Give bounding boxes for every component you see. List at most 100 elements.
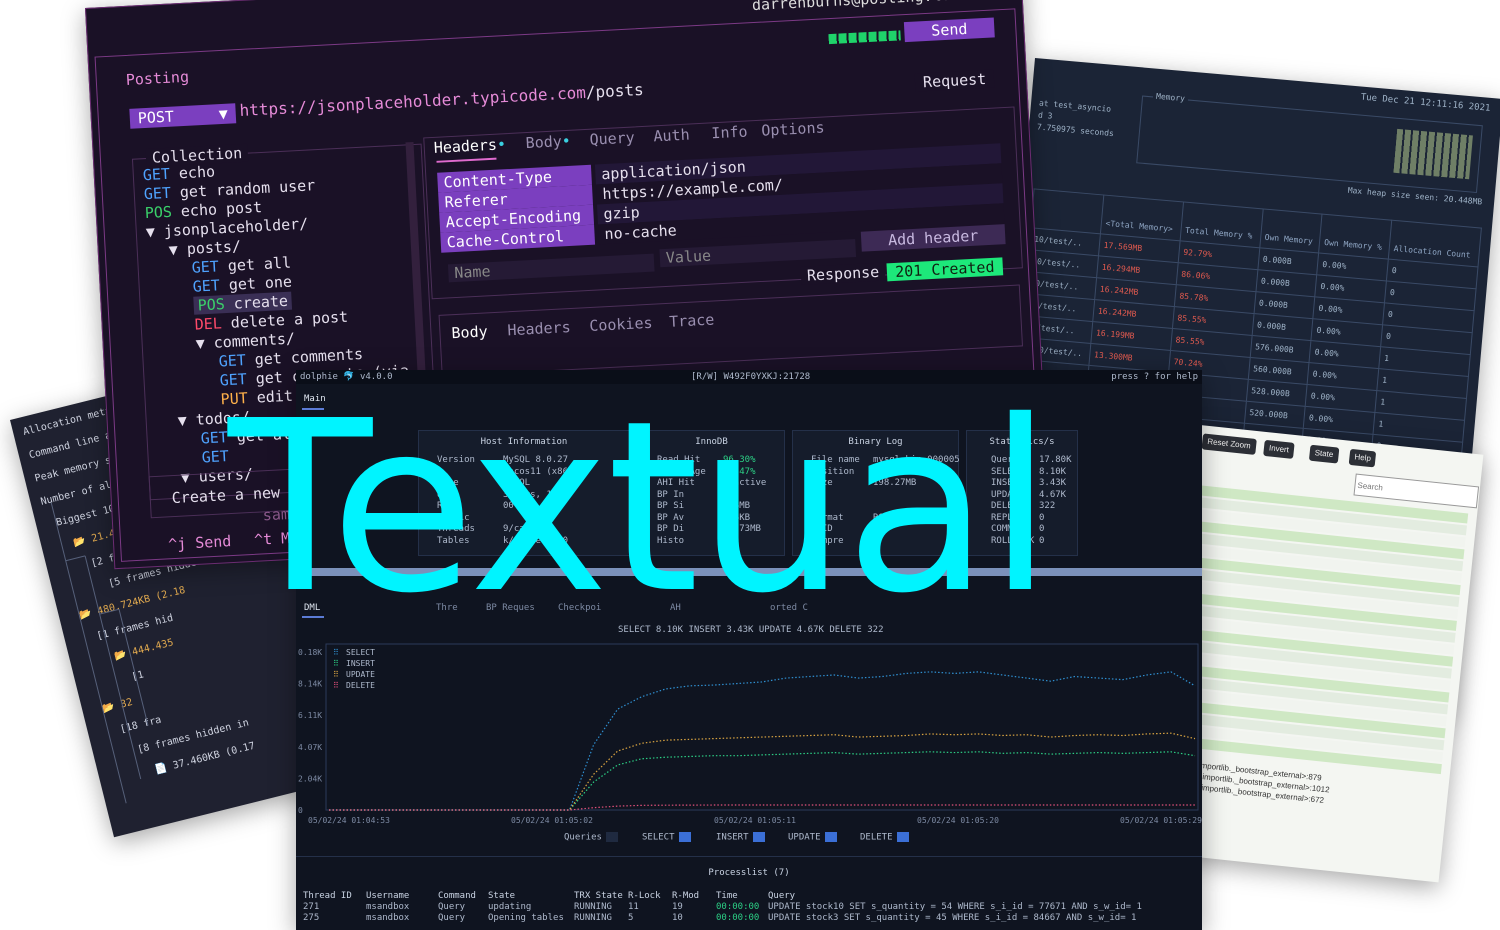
- tab-options[interactable]: Options: [761, 118, 825, 139]
- tab-query[interactable]: Query: [589, 128, 635, 148]
- x-tick-label: 05/02/24 01:05:11: [714, 816, 796, 825]
- memray-table-header[interactable]: <Total Memory>: [1100, 195, 1184, 241]
- processlist-header[interactable]: Thread ID: [303, 891, 352, 901]
- series-line-insert: [329, 751, 1196, 811]
- toggle-label: Queries: [564, 832, 602, 843]
- legend-entry: DELETE: [346, 681, 375, 690]
- tab-headers[interactable]: Headers•: [433, 135, 506, 157]
- memory-graph-box: Memory: [1136, 91, 1483, 194]
- processlist-cell: 10: [672, 913, 683, 923]
- toolbar-button-reset-zoom[interactable]: Reset Zoom: [1201, 433, 1257, 455]
- y-tick-label: 0: [298, 806, 303, 815]
- processlist-header[interactable]: Username: [366, 891, 409, 901]
- chevron-down-icon: ▼: [195, 334, 206, 353]
- processlist-header[interactable]: State: [488, 891, 515, 901]
- processlist-title: Processlist (7): [708, 868, 790, 878]
- method-badge: GET: [218, 351, 247, 371]
- toolbar-button-invert[interactable]: Invert: [1263, 439, 1295, 459]
- modified-dot-icon: •: [496, 135, 507, 154]
- chart-frame: [325, 643, 1199, 811]
- processlist-cell: 271: [303, 902, 320, 912]
- url-path: /posts: [585, 79, 645, 102]
- processlist-cell: UPDATE stock10 SET s_quantity = 54 WHERE…: [768, 902, 1142, 912]
- toggle-select[interactable]: SELECT: [642, 832, 691, 843]
- legend-marker-icon: ⠿: [333, 681, 339, 690]
- memray-status-lines: at test_asyncio d 3 7.750975 seconds: [1035, 58, 1500, 139]
- y-tick-label: 6.11K: [298, 711, 322, 720]
- x-tick-label: 05/02/24 01:04:53: [308, 816, 390, 825]
- memray-table-header[interactable]: Own Memory %: [1318, 214, 1392, 260]
- chevron-down-icon: ▼: [177, 411, 188, 430]
- legend-entry: UPDATE: [346, 670, 375, 679]
- y-tick-label: 2.04K: [298, 774, 322, 783]
- collection-item-label: get one: [228, 272, 293, 294]
- processlist-cell: msandbox: [366, 902, 410, 912]
- processlist-header[interactable]: Query: [768, 891, 795, 901]
- x-tick-label: 05/02/24 01:05:02: [511, 816, 593, 825]
- method-badge: GET: [142, 164, 171, 185]
- series-line-delete: [329, 804, 1195, 811]
- dml-chart: 0.18K 8.14K 6.11K 4.07K 2.04K 0 05/02/24 01:04…: [298, 643, 1202, 825]
- processlist-cell: 275: [303, 913, 320, 923]
- processlist-cell: msandbox: [366, 913, 410, 923]
- toggle-delete[interactable]: DELETE: [860, 832, 909, 843]
- toggle-switch-icon: [752, 832, 765, 842]
- memray-table-header[interactable]: Total Memory %: [1179, 201, 1263, 248]
- series-line-update: [329, 732, 1196, 811]
- memray-table-header[interactable]: Own Memory: [1259, 208, 1323, 253]
- memray-date: Tue Dec 21 12:11:16 2021: [1360, 92, 1491, 114]
- processlist-header[interactable]: Time: [716, 891, 738, 901]
- dolphie-help[interactable]: press ? for help: [1111, 372, 1198, 382]
- collection-item[interactable]: GET: [201, 447, 229, 466]
- tab-info[interactable]: Info: [711, 123, 748, 143]
- toggle-switch-icon: [896, 832, 909, 842]
- toolbar-button-state[interactable]: State: [1308, 444, 1340, 464]
- legend-marker-icon: ⠿: [333, 648, 339, 657]
- y-tick-label: 8.14K: [298, 680, 322, 689]
- tab-label: Query: [589, 128, 636, 149]
- legend-marker-icon: ⠿: [333, 670, 339, 679]
- processlist-cell: RUNNING: [574, 902, 612, 912]
- toggle-queries[interactable]: Queries: [564, 832, 618, 843]
- chevron-down-icon: ▼: [218, 104, 229, 124]
- toolbar-button-help[interactable]: Help: [1348, 448, 1377, 468]
- toggle-switch-icon: [605, 832, 618, 842]
- processlist-divider: [296, 856, 1202, 857]
- method-badge: GET: [192, 276, 221, 296]
- collection-item[interactable]: GET echo: [142, 162, 215, 184]
- toggle-label: UPDATE: [788, 832, 821, 843]
- x-tick-label: 05/02/24 01:05:20: [917, 816, 999, 825]
- chevron-down-icon: ▼: [145, 222, 156, 242]
- method-badge: DEL: [194, 314, 223, 334]
- memray-table-header[interactable]: [1030, 188, 1104, 234]
- collection-item[interactable]: ▼ posts/: [168, 237, 241, 259]
- processlist-header[interactable]: R-Lock: [628, 891, 661, 901]
- processlist-cell: Query: [438, 913, 466, 923]
- app-title: Posting: [125, 67, 190, 89]
- method-badge: GET: [143, 183, 172, 204]
- memory-graph-bars: [1393, 128, 1473, 180]
- processlist-cell: 00:00:00: [716, 902, 760, 912]
- collection-item-label: posts/: [186, 237, 242, 258]
- processlist-cell: Query: [438, 902, 466, 912]
- method-badge: GET: [201, 447, 230, 467]
- processlist-header[interactable]: Command: [438, 891, 476, 901]
- response-tab-headers[interactable]: Headers: [507, 318, 571, 339]
- tab-auth[interactable]: Auth: [653, 126, 690, 146]
- processlist-header[interactable]: TRX State: [574, 891, 623, 901]
- tab-label: Headers: [433, 135, 498, 157]
- legend-marker-icon: ⠿: [333, 659, 339, 668]
- footer-send[interactable]: ^j Send: [168, 532, 232, 553]
- processlist-cell: 00:00:00: [716, 913, 760, 923]
- processlist-header[interactable]: R-Mod: [672, 891, 699, 901]
- response-tab-trace[interactable]: Trace: [669, 311, 715, 331]
- response-tab-body[interactable]: Body: [451, 322, 488, 342]
- response-tab-cookies[interactable]: Cookies: [589, 314, 653, 335]
- toggle-insert[interactable]: INSERT: [716, 832, 765, 843]
- chevron-down-icon: ▼: [168, 240, 179, 259]
- processlist-cell: UPDATE stock3 SET s_quantity = 45 WHERE …: [768, 913, 1137, 923]
- textual-title: Textual: [228, 370, 1053, 645]
- toggle-update[interactable]: UPDATE: [788, 832, 837, 843]
- tab-body[interactable]: Body•: [525, 132, 571, 152]
- x-tick-label: 05/02/24 01:05:29: [1120, 816, 1202, 825]
